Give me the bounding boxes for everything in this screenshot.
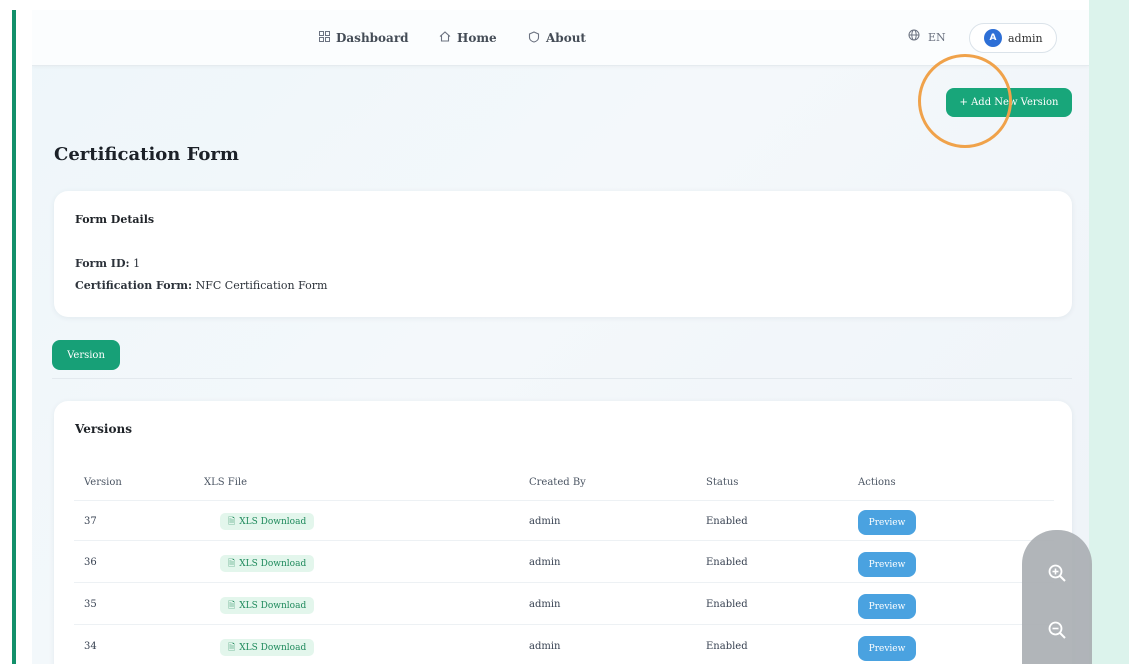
row-divider (74, 540, 1054, 541)
xls-download-link[interactable]: 🗎 XLS Download (220, 597, 315, 614)
row-divider (74, 624, 1054, 625)
tab-divider (52, 378, 1072, 379)
version-number: 34 (84, 641, 97, 652)
preview-button[interactable]: Preview (858, 510, 916, 535)
file-icon: 🗎 (228, 642, 236, 653)
user-name: admin (1008, 31, 1043, 45)
created-by: admin (529, 516, 561, 527)
tab-version[interactable]: Version (52, 340, 120, 370)
version-number: 37 (84, 516, 97, 527)
form-id-value: 1 (133, 257, 141, 270)
column-header-actions: Actions (858, 477, 896, 488)
status-text: Enabled (706, 557, 748, 568)
preview-button[interactable]: Preview (858, 552, 916, 577)
language-selector[interactable]: EN (908, 29, 946, 45)
form-id-line: Form ID: 1 (75, 257, 140, 270)
xls-download-link[interactable]: 🗎 XLS Download (220, 555, 315, 572)
top-navigation: Dashboard Home About EN A admin (32, 10, 1089, 66)
status-text: Enabled (706, 599, 748, 610)
form-details-title: Form Details (75, 213, 155, 226)
column-header-version: Version (84, 477, 122, 488)
row-divider (74, 500, 1054, 501)
version-number: 35 (84, 599, 97, 610)
grid-icon (319, 31, 330, 45)
xls-download-label: XLS Download (239, 516, 307, 527)
file-icon: 🗎 (228, 600, 236, 611)
left-accent-bar (12, 10, 16, 664)
status-text: Enabled (706, 641, 748, 652)
file-icon: 🗎 (228, 516, 236, 527)
form-id-label: Form ID: (75, 257, 130, 270)
nav-home-label: Home (457, 31, 497, 45)
file-icon: 🗎 (228, 558, 236, 569)
created-by: admin (529, 557, 561, 568)
row-divider (74, 582, 1054, 583)
xls-download-label: XLS Download (239, 642, 307, 653)
created-by: admin (529, 599, 561, 610)
info-icon (528, 30, 540, 46)
status-text: Enabled (706, 516, 748, 527)
home-icon (439, 31, 451, 45)
preview-button[interactable]: Preview (858, 636, 916, 661)
column-header-xls-file: XLS File (204, 477, 248, 488)
form-details-card: Form Details Form ID: 1 Certification Fo… (54, 191, 1072, 317)
nav-about-label: About (546, 31, 586, 45)
versions-title: Versions (75, 422, 132, 436)
preview-button[interactable]: Preview (858, 594, 916, 619)
nav-dashboard-label: Dashboard (336, 31, 409, 45)
add-new-version-button[interactable]: + Add New Version (946, 88, 1072, 117)
version-number: 36 (84, 557, 97, 568)
certification-form-label: Certification Form: (75, 279, 193, 292)
avatar: A (984, 29, 1002, 47)
xls-download-link[interactable]: 🗎 XLS Download (220, 513, 315, 530)
nav-dashboard[interactable]: Dashboard (319, 29, 409, 47)
zoom-out-icon[interactable] (1040, 613, 1074, 647)
certification-form-value: NFC Certification Form (195, 279, 328, 292)
xls-download-label: XLS Download (239, 558, 307, 569)
created-by: admin (529, 641, 561, 652)
page-title: Certification Form (54, 144, 239, 165)
xls-download-label: XLS Download (239, 600, 307, 611)
nav-home[interactable]: Home (439, 29, 497, 47)
certification-form-line: Certification Form: NFC Certification Fo… (75, 279, 327, 292)
xls-download-link[interactable]: 🗎 XLS Download (220, 639, 315, 656)
right-side-panel (1089, 0, 1129, 664)
zoom-in-icon[interactable] (1040, 556, 1074, 590)
nav-about[interactable]: About (528, 29, 586, 47)
app-window: Dashboard Home About EN A admin + Add Ne… (32, 10, 1089, 664)
column-header-created-by: Created By (529, 477, 586, 488)
column-header-status: Status (706, 477, 739, 488)
globe-icon (908, 29, 920, 45)
user-menu[interactable]: A admin (969, 23, 1057, 53)
language-label: EN (928, 30, 946, 44)
